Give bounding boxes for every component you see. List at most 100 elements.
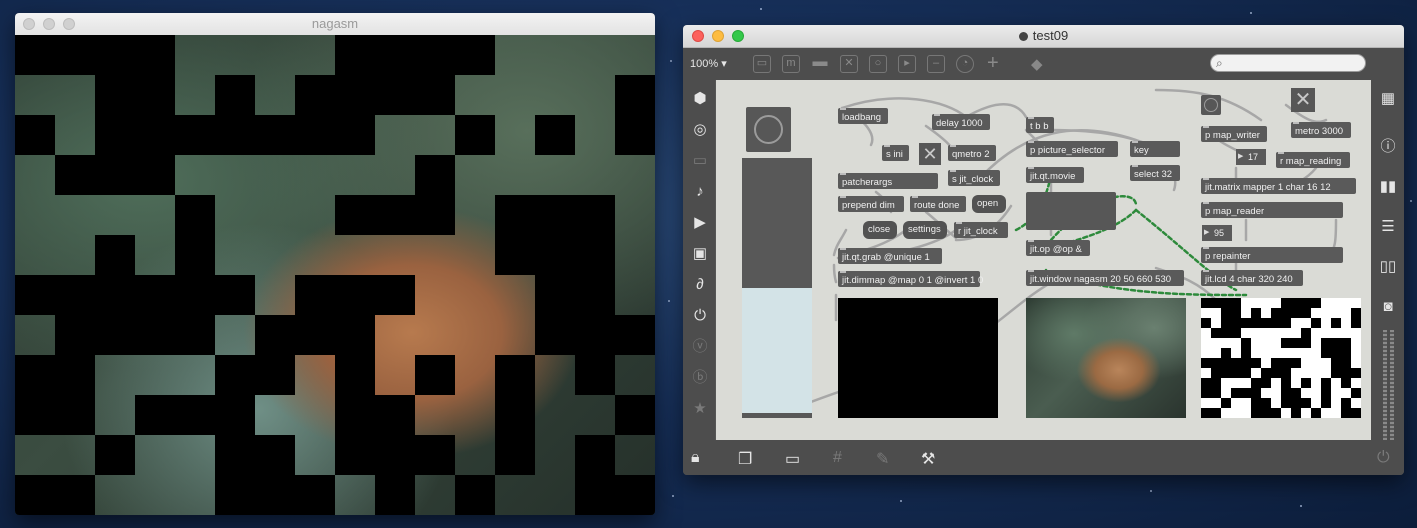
mask-block: [55, 155, 95, 195]
reference-icon[interactable]: ▯▯: [1379, 258, 1397, 276]
mask-block: [95, 155, 135, 195]
camera-icon[interactable]: ◙: [1379, 298, 1397, 316]
r-jit-clock-object[interactable]: r jit_clock: [954, 222, 1008, 238]
matrix-cell: [1251, 318, 1261, 328]
route-done-object[interactable]: route done: [910, 196, 966, 212]
image-icon[interactable]: ▣: [691, 245, 709, 263]
grid-icon[interactable]: ▦: [1379, 90, 1397, 108]
s-ini-object[interactable]: s ini: [882, 145, 909, 161]
video-icon[interactable]: ▶: [691, 214, 709, 232]
matrix-cell: [1331, 318, 1341, 328]
add-object-icon[interactable]: +: [987, 52, 999, 75]
mask-block: [615, 475, 655, 515]
b-circle-icon[interactable]: ⓑ: [691, 369, 709, 387]
music-note-icon[interactable]: ♪: [691, 183, 709, 201]
close-icon: ✕: [922, 144, 938, 164]
jit-window-object[interactable]: jit.window nagasm 20 50 660 530: [1026, 270, 1184, 286]
paint-bucket-icon[interactable]: ◆: [1031, 55, 1043, 73]
matrix-cell: [1231, 328, 1241, 338]
matrix-cell: [1211, 298, 1221, 308]
slider-track[interactable]: [742, 158, 812, 288]
mask-block: [135, 115, 175, 155]
subpatcher-box[interactable]: [1026, 192, 1116, 230]
titlebar[interactable]: nagasm: [15, 13, 655, 36]
matrix-cell: [1281, 388, 1291, 398]
titlebar[interactable]: test09: [683, 25, 1404, 48]
book-icon[interactable]: ▮▮: [1379, 178, 1397, 196]
bang-button[interactable]: [1201, 95, 1221, 115]
matrix-cell: [1201, 318, 1211, 328]
close-icon: ✕: [1294, 89, 1312, 111]
v-circle-icon[interactable]: ⓥ: [691, 338, 709, 356]
matrix-cell: [1201, 408, 1211, 418]
matrix-cell: [1301, 378, 1311, 388]
jit-op-object[interactable]: jit.op @op &: [1026, 240, 1090, 256]
presentation-icon[interactable]: ▭: [785, 449, 800, 469]
matrix-cell: [1351, 318, 1361, 328]
mask-block: [55, 395, 95, 435]
dial-object-icon[interactable]: ◔: [956, 55, 974, 73]
slider-object-icon[interactable]: –: [927, 55, 945, 73]
message-object-icon[interactable]: m: [782, 55, 800, 73]
select-object[interactable]: select 32: [1130, 165, 1180, 181]
matrix-cell: [1221, 318, 1231, 328]
toggle-object-icon[interactable]: ✕: [840, 55, 858, 73]
cpu-meter: [1383, 330, 1387, 440]
delay-object[interactable]: delay 1000: [932, 114, 990, 130]
map-reader-object[interactable]: p map_reader: [1201, 202, 1343, 218]
number-box-95[interactable]: 95: [1202, 225, 1232, 241]
tbb-object[interactable]: t b b: [1026, 117, 1054, 133]
paperclip-icon[interactable]: ∂: [691, 276, 709, 294]
info-icon[interactable]: ⓘ: [1379, 138, 1397, 156]
grid-icon[interactable]: #: [833, 449, 842, 467]
patcherargs-object[interactable]: patcherargs: [838, 173, 938, 189]
jit-qt-grab-object[interactable]: jit.qt.grab @unique 1: [838, 248, 942, 264]
mask-block: [335, 435, 375, 475]
close-message[interactable]: close: [863, 221, 897, 239]
open-message[interactable]: open: [972, 195, 1006, 213]
map-writer-object[interactable]: p map_writer: [1201, 126, 1267, 142]
loadbang-object[interactable]: loadbang: [838, 108, 888, 124]
matrix-cell: [1231, 388, 1241, 398]
toggle[interactable]: ✕: [1291, 88, 1315, 112]
toggle[interactable]: ✕: [919, 143, 941, 165]
new-object-icon[interactable]: ✎: [876, 449, 889, 469]
metro-object[interactable]: metro 3000: [1291, 122, 1351, 138]
settings-message[interactable]: settings: [903, 221, 947, 239]
zoom-menu[interactable]: 100% ▾: [690, 57, 727, 70]
star-icon[interactable]: ★: [691, 400, 709, 418]
patcher-canvas[interactable]: loadbang delay 1000 s ini ✕ qmetro 2 s j…: [716, 80, 1371, 440]
number-object-icon[interactable]: ▸: [898, 55, 916, 73]
qmetro-object[interactable]: qmetro 2: [948, 145, 996, 161]
matrix-cell: [1281, 308, 1291, 318]
repainter-object[interactable]: p repainter: [1201, 247, 1343, 263]
keyboard-icon[interactable]: ▭: [691, 152, 709, 170]
button-object-icon[interactable]: ○: [869, 55, 887, 73]
jit-matrix-mapper-object[interactable]: jit.matrix mapper 1 char 16 12: [1201, 178, 1356, 194]
target-icon[interactable]: ◎: [691, 121, 709, 139]
key-object[interactable]: key: [1130, 141, 1180, 157]
power-icon[interactable]: ⏻: [1377, 449, 1390, 467]
mask-block: [375, 395, 415, 435]
jit-dimmap-object[interactable]: jit.dimmap @map 0 1 @invert 1 0: [838, 271, 983, 287]
prepend-dim-object[interactable]: prepend dim: [838, 196, 904, 212]
matrix-cell: [1211, 358, 1221, 368]
lock-icon[interactable]: 🔒︎: [691, 449, 700, 467]
wrench-icon[interactable]: ⚒: [921, 449, 935, 469]
search-input[interactable]: ⌕: [1210, 54, 1366, 72]
panel-object-icon[interactable]: ▭: [753, 55, 771, 73]
matrix-cell: [1291, 388, 1301, 398]
jit-lcd-object[interactable]: jit.lcd 4 char 320 240: [1201, 270, 1303, 286]
jit-qt-movie-object[interactable]: jit.qt.movie: [1026, 167, 1084, 183]
cube-icon[interactable]: ⬢: [691, 90, 709, 108]
matrix-cell: [1281, 338, 1291, 348]
list-icon[interactable]: ☰: [1379, 218, 1397, 236]
s-jit-clock-object[interactable]: s jit_clock: [948, 170, 1000, 186]
bang-button[interactable]: [746, 107, 791, 152]
r-map-reading-object[interactable]: r map_reading: [1276, 152, 1350, 168]
comment-icon[interactable]: ▬: [811, 54, 829, 73]
windows-icon[interactable]: ❐: [738, 449, 752, 469]
picture-selector-object[interactable]: p picture_selector: [1026, 141, 1118, 157]
number-box-17[interactable]: 17: [1236, 149, 1266, 165]
plug-icon[interactable]: ⏻: [691, 307, 709, 325]
